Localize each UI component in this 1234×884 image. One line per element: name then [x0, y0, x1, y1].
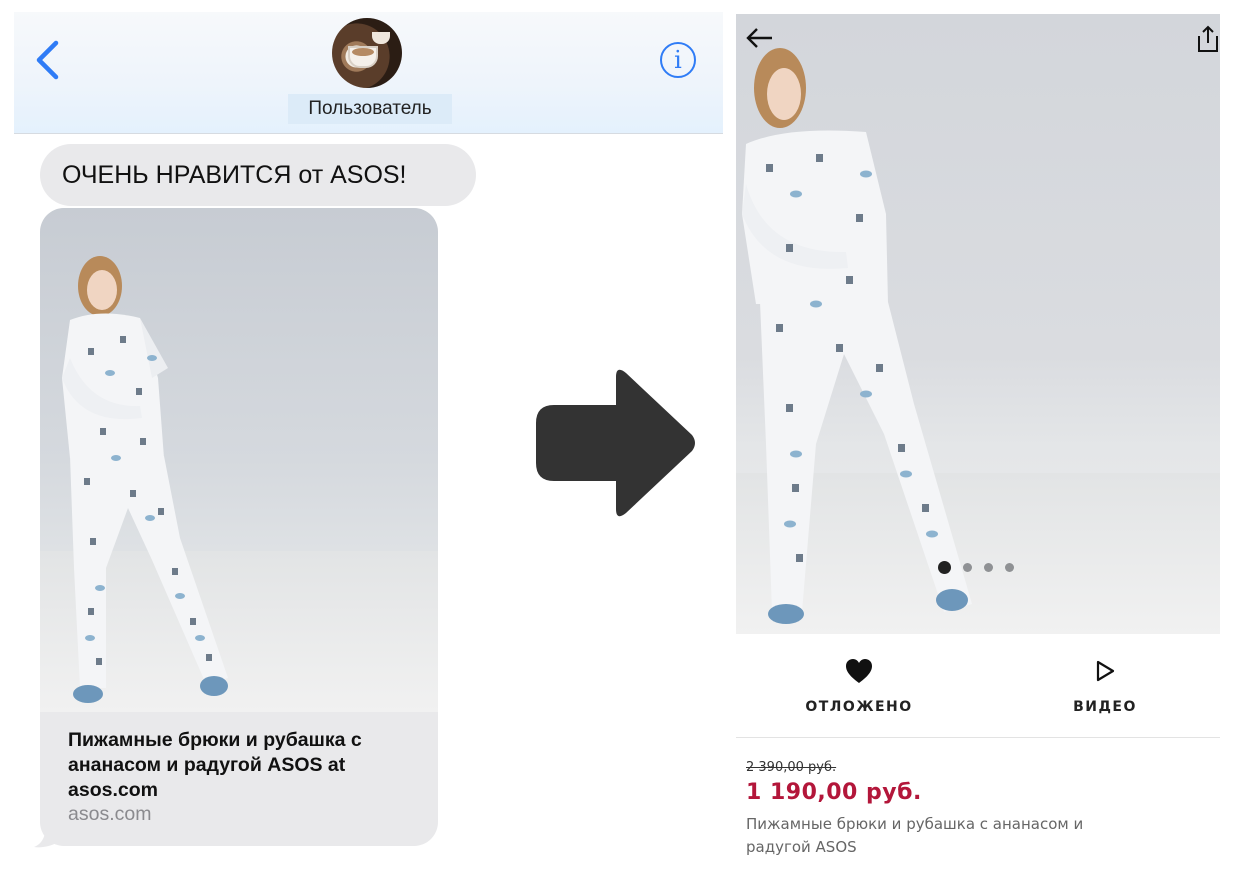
link-preview-card[interactable]: Пижамные брюки и рубашка с ананасом и ра…	[40, 208, 438, 846]
model-photo	[62, 256, 228, 703]
heart-icon	[846, 659, 872, 683]
contact-avatar[interactable]	[332, 18, 402, 88]
right-arrow-icon	[536, 369, 695, 517]
video-label: ВИДЕО	[1073, 699, 1137, 715]
arrow-left-icon[interactable]	[744, 26, 774, 50]
link-preview-domain: asos.com	[68, 803, 152, 825]
video-button[interactable]: ВИДЕО	[1030, 658, 1180, 715]
saved-button[interactable]: ОТЛОЖЕНО	[784, 658, 934, 715]
play-icon	[1096, 660, 1115, 682]
link-preview-title: Пижамные брюки и рубашка с ананасом и ра…	[68, 729, 362, 801]
divider	[736, 737, 1220, 738]
pagination-dot[interactable]	[938, 560, 951, 574]
gallery-pagination[interactable]	[938, 559, 1014, 575]
contact-name[interactable]: Пользователь	[288, 94, 452, 124]
chevron-left-icon[interactable]	[34, 40, 60, 80]
share-icon[interactable]	[1196, 24, 1220, 54]
pagination-dot[interactable]	[984, 562, 993, 572]
link-preview-image	[40, 208, 438, 712]
old-price: 2 390,00 руб.	[746, 760, 837, 775]
message-thread-header: Пользователь i	[14, 12, 723, 134]
message-bubble: ОЧЕНЬ НРАВИТСЯ от ASOS!	[40, 144, 476, 206]
product-image-gallery[interactable]	[736, 14, 1220, 634]
product-name: Пижамные брюки и рубашка с ананасом и ра…	[746, 815, 1084, 856]
sale-price: 1 190,00 руб.	[746, 780, 922, 805]
pagination-dot[interactable]	[1005, 562, 1014, 572]
pagination-dot[interactable]	[963, 562, 972, 572]
saved-label: ОТЛОЖЕНО	[805, 699, 913, 715]
model-photo	[742, 48, 972, 624]
info-icon[interactable]: i	[660, 42, 696, 78]
